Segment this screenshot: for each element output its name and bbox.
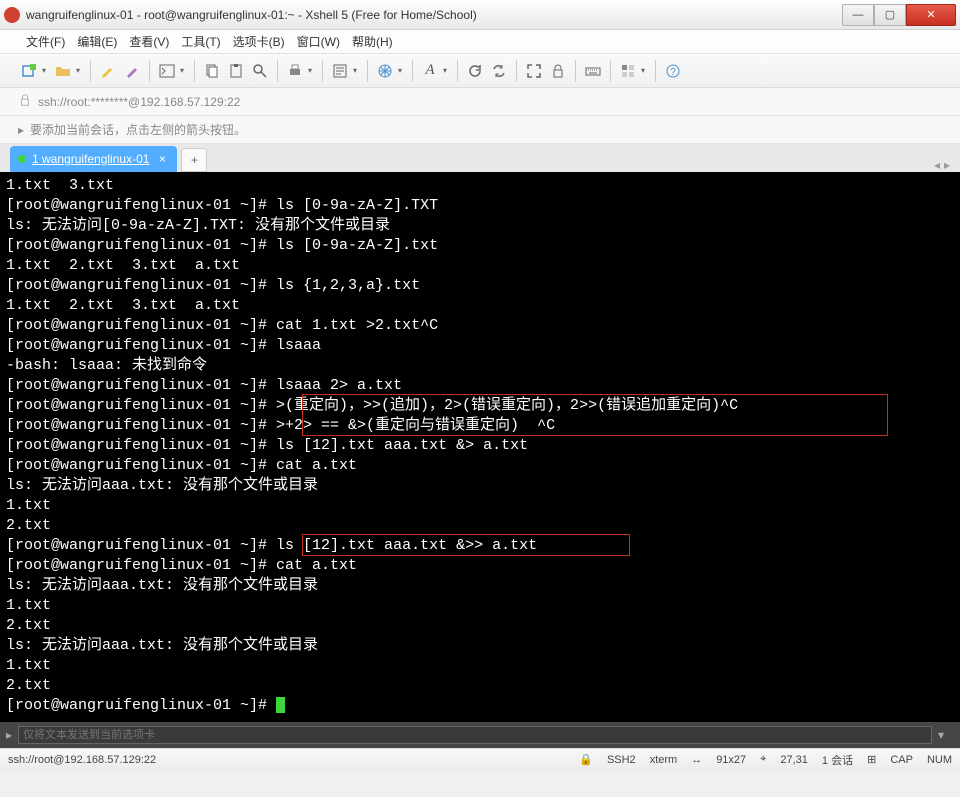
properties-icon[interactable]	[329, 60, 351, 82]
highlight-icon[interactable]	[97, 60, 119, 82]
dropdown-icon[interactable]: ▾	[180, 66, 188, 75]
status-term: xterm	[650, 754, 678, 766]
hint-text: 要添加当前会话，点击左侧的箭头按钮。	[30, 121, 246, 138]
status-num: NUM	[927, 754, 952, 766]
tab-close-icon[interactable]: ×	[155, 152, 169, 166]
keyboard-icon[interactable]	[582, 60, 604, 82]
send-input[interactable]	[18, 726, 932, 744]
menu-tools[interactable]: 工具(T)	[175, 33, 226, 50]
session-tab[interactable]: 1 wangruifenglinux-01 ×	[10, 146, 177, 172]
copy-icon[interactable]	[201, 60, 223, 82]
sync-icon[interactable]	[488, 60, 510, 82]
status-size: 91x27	[716, 754, 746, 766]
send-dropdown-icon[interactable]: ▾	[938, 728, 954, 742]
fullscreen-icon[interactable]	[523, 60, 545, 82]
paste-icon[interactable]	[225, 60, 247, 82]
session-address[interactable]: ssh://root:********@192.168.57.129:22	[38, 95, 240, 109]
status-pos: 27,31	[780, 754, 808, 766]
search-icon[interactable]	[249, 60, 271, 82]
close-button[interactable]: ✕	[906, 4, 956, 26]
add-tab-button[interactable]: +	[181, 148, 207, 172]
dropdown-icon[interactable]: ▾	[353, 66, 361, 75]
tab-next-icon[interactable]: ▸	[944, 158, 950, 172]
terminal-icon[interactable]	[156, 60, 178, 82]
globe-icon[interactable]	[374, 60, 396, 82]
help-icon[interactable]: ?	[662, 60, 684, 82]
status-cap: CAP	[890, 754, 913, 766]
tab-label: 1 wangruifenglinux-01	[32, 152, 149, 166]
svg-text:?: ?	[670, 67, 676, 78]
window-title: wangruifenglinux-01 - root@wangruifengli…	[26, 8, 842, 22]
tab-prev-icon[interactable]: ◂	[934, 158, 940, 172]
menu-file[interactable]: 文件(F)	[20, 33, 71, 50]
print-icon[interactable]	[284, 60, 306, 82]
menu-help[interactable]: 帮助(H)	[346, 33, 399, 50]
dropdown-icon[interactable]: ▾	[398, 66, 406, 75]
status-sessions: 1 会话	[822, 752, 853, 768]
brush-icon[interactable]	[121, 60, 143, 82]
dropdown-icon[interactable]: ▾	[308, 66, 316, 75]
status-grip-icon: ⊞	[867, 753, 876, 766]
send-icon[interactable]: ▸	[6, 728, 12, 742]
app-icon	[4, 7, 20, 23]
lock-icon	[18, 93, 32, 110]
menu-tabs[interactable]: 选项卡(B)	[227, 33, 291, 50]
menu-edit[interactable]: 编辑(E)	[71, 33, 123, 50]
terminal[interactable]: 1.txt 3.txt [root@wangruifenglinux-01 ~]…	[0, 172, 960, 722]
status-dot-icon	[18, 155, 26, 163]
status-size-icon: ↔	[691, 754, 702, 766]
minimize-button[interactable]: —	[842, 4, 874, 26]
status-ssh: SSH2	[607, 754, 636, 766]
status-address: ssh://root@192.168.57.129:22	[8, 754, 565, 766]
status-pos-icon: ⌖	[760, 753, 766, 766]
toolbar: ▾ ▾ ▾ ▾ ▾ ▾ A▾ ▾ ?	[0, 54, 960, 88]
dropdown-icon[interactable]: ▾	[42, 66, 50, 75]
menubar: 文件(F) 编辑(E) 查看(V) 工具(T) 选项卡(B) 窗口(W) 帮助(…	[0, 30, 960, 54]
font-icon[interactable]: A	[419, 60, 441, 82]
hint-arrow-icon[interactable]: ▸	[18, 123, 24, 137]
lock-icon[interactable]	[547, 60, 569, 82]
refresh-icon[interactable]	[464, 60, 486, 82]
menu-view[interactable]: 查看(V)	[123, 33, 175, 50]
dropdown-icon[interactable]: ▾	[76, 66, 84, 75]
folder-icon[interactable]	[52, 60, 74, 82]
dropdown-icon[interactable]: ▾	[443, 66, 451, 75]
status-lock-icon: 🔒	[579, 753, 593, 766]
dropdown-icon[interactable]: ▾	[641, 66, 649, 75]
maximize-button[interactable]: ▢	[874, 4, 906, 26]
new-session-icon[interactable]	[18, 60, 40, 82]
menu-window[interactable]: 窗口(W)	[291, 33, 346, 50]
layout-icon[interactable]	[617, 60, 639, 82]
